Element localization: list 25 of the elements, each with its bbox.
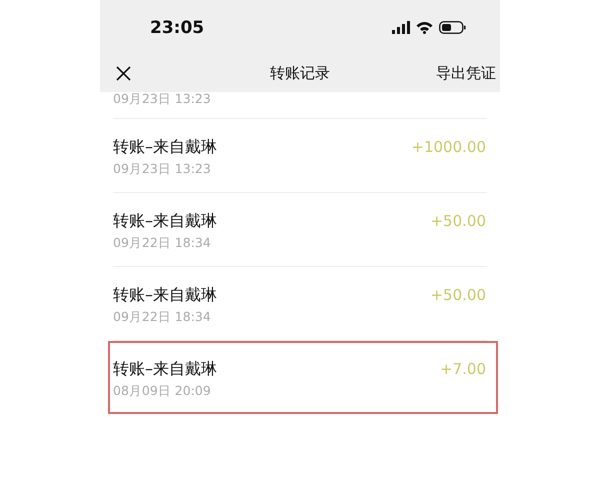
transfer-row[interactable]: 转账–来自戴琳 09月22日 18:34 +50.00 (108, 267, 498, 340)
transfer-title: 转账–来自戴琳 (113, 210, 217, 232)
close-button[interactable] (116, 66, 131, 81)
transfer-title: 转账–来自戴琳 (113, 284, 217, 306)
transfer-amount: +1000.00 (411, 137, 486, 158)
transfer-date: 09月22日 18:34 (113, 308, 212, 326)
battery-icon (439, 21, 466, 34)
transfer-date: 09月23日 13:23 (113, 160, 212, 178)
status-time: 23:05 (150, 18, 204, 38)
page-title: 转账记录 (270, 64, 330, 82)
transfer-amount: +50.00 (430, 211, 486, 232)
transfer-title: 转账–来自戴琳 (113, 136, 217, 158)
close-icon (116, 66, 131, 81)
transfer-row[interactable]: 转账–来自戴琳 08月09日 20:09 +7.00 (108, 341, 498, 414)
transfer-date: 09月22日 18:34 (113, 234, 212, 252)
transfer-title: 转账–来自戴琳 (113, 358, 217, 380)
transfer-date: 09月23日 13:23 (113, 92, 212, 108)
wifi-icon (416, 21, 433, 34)
transfer-amount: +7.00 (440, 359, 486, 380)
transfer-date: 08月09日 20:09 (113, 382, 212, 400)
transfer-row[interactable]: 转账–来自戴琳 09月23日 13:23 +1000.00 (108, 119, 498, 192)
transfer-amount: +50.00 (430, 285, 486, 306)
transfer-row[interactable]: 转账–来自戴琳 09月22日 18:34 +50.00 (108, 193, 498, 266)
export-voucher-button[interactable]: 导出凭证 (434, 62, 498, 85)
signal-icon (392, 21, 410, 34)
